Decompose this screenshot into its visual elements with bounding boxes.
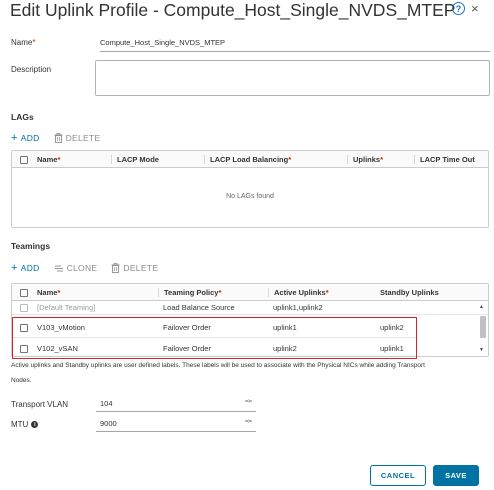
info-icon[interactable]: i: [31, 421, 39, 428]
transport-vlan-label: Transport VLAN: [11, 400, 69, 409]
stepper-icon[interactable]: ︿ ﹀: [245, 416, 252, 428]
header-icons: ? ×: [452, 2, 479, 15]
teamings-grid: Name* Teaming Policy* Active Uplinks* St…: [11, 283, 489, 359]
table-row[interactable]: V102_vSAN Failover Order uplink2 uplink1: [13, 338, 416, 358]
scroll-up-icon[interactable]: ▲: [479, 304, 484, 310]
teaming-standby-uplinks: uplink1: [380, 343, 404, 353]
cancel-button[interactable]: CANCEL: [370, 465, 426, 486]
teamings-section-title: Teamings: [11, 241, 51, 251]
teaming-policy: Failover Order: [163, 343, 211, 353]
scroll-down-icon[interactable]: ▼: [479, 347, 484, 353]
teaming-active-uplinks: uplink1,uplink2: [273, 303, 323, 312]
lags-col-uplinks[interactable]: Uplinks*: [347, 154, 414, 164]
description-field[interactable]: [95, 60, 490, 96]
trash-icon: [111, 263, 120, 273]
lags-empty-message: No LAGs found: [226, 193, 274, 200]
scroll-thumb[interactable]: [480, 316, 486, 338]
teamings-actions: + ADD CLONE DELETE: [11, 262, 158, 274]
checkbox[interactable]: [20, 304, 28, 312]
lags-col-name[interactable]: Name*: [32, 155, 111, 164]
teamings-select-all[interactable]: [12, 287, 32, 297]
description-label: Description: [11, 65, 52, 74]
plus-icon: +: [11, 132, 18, 144]
table-row[interactable]: V103_vMotion Failover Order uplink1 upli…: [13, 318, 416, 338]
save-button[interactable]: SAVE: [433, 465, 479, 486]
checkbox[interactable]: [20, 155, 28, 164]
highlight-box: V103_vMotion Failover Order uplink1 upli…: [12, 317, 417, 359]
teamings-col-active-uplinks[interactable]: Active Uplinks*: [268, 287, 375, 297]
uplinks-note: Active uplinks and Standby uplinks are u…: [11, 362, 425, 384]
trash-icon: [54, 133, 63, 143]
checkbox[interactable]: [20, 344, 28, 353]
teamings-add-button[interactable]: + ADD: [11, 262, 40, 274]
teamings-col-standby-uplinks[interactable]: Standby Uplinks: [375, 288, 475, 297]
lags-select-all[interactable]: [12, 154, 32, 164]
teamings-clone-button[interactable]: CLONE: [54, 263, 98, 273]
teaming-policy: Failover Order: [163, 323, 211, 332]
lags-col-lacp-mode[interactable]: LACP Mode: [111, 154, 204, 164]
lags-actions: + ADD DELETE: [11, 132, 100, 144]
clone-icon: [54, 265, 63, 271]
mtu-field[interactable]: 9000 ︿ ﹀: [96, 416, 256, 432]
table-row[interactable]: [Default Teaming] Load Balance Source up…: [12, 301, 488, 315]
lags-delete-button[interactable]: DELETE: [54, 133, 101, 143]
lags-grid-header: Name* LACP Mode LACP Load Balancing* Upl…: [12, 151, 488, 168]
teaming-name[interactable]: [Default Teaming]: [32, 303, 158, 312]
teaming-name[interactable]: V102_vSAN: [32, 344, 158, 353]
lags-grid: Name* LACP Mode LACP Load Balancing* Upl…: [11, 150, 489, 228]
dialog-title: Edit Uplink Profile - Compute_Host_Singl…: [10, 0, 456, 20]
stepper-icon[interactable]: ︿ ﹀: [245, 396, 252, 408]
transport-vlan-field[interactable]: 104 ︿ ﹀: [96, 396, 256, 412]
teamings-col-name[interactable]: Name*: [32, 288, 158, 297]
teaming-policy: Load Balance Source: [163, 303, 235, 312]
teamings-grid-header: Name* Teaming Policy* Active Uplinks* St…: [12, 284, 488, 301]
name-label: Name*: [11, 38, 36, 47]
teamings-scrollbar[interactable]: ▲ ▼: [478, 301, 487, 355]
help-icon[interactable]: ?: [452, 2, 465, 15]
lags-section-title: LAGs: [11, 112, 34, 122]
lags-col-lacp-timeout[interactable]: LACP Time Out: [414, 154, 488, 164]
checkbox[interactable]: [20, 324, 28, 332]
required-marker: *: [32, 38, 36, 47]
plus-icon: +: [11, 262, 18, 274]
lags-col-lacp-load-balancing[interactable]: LACP Load Balancing*: [204, 154, 347, 164]
checkbox[interactable]: [20, 288, 28, 297]
mtu-label: MTU i: [11, 420, 39, 429]
teamings-col-policy[interactable]: Teaming Policy*: [158, 287, 268, 297]
teaming-standby-uplinks: uplink2: [380, 323, 404, 332]
close-icon[interactable]: ×: [471, 2, 479, 15]
teamings-delete-button[interactable]: DELETE: [111, 263, 158, 273]
teaming-active-uplinks: uplink2: [273, 343, 297, 353]
teaming-name[interactable]: V103_vMotion: [32, 323, 158, 332]
name-field[interactable]: Compute_Host_Single_NVDS_MTEP: [100, 36, 490, 52]
teaming-active-uplinks: uplink1: [273, 323, 297, 332]
lags-add-button[interactable]: + ADD: [11, 132, 40, 144]
